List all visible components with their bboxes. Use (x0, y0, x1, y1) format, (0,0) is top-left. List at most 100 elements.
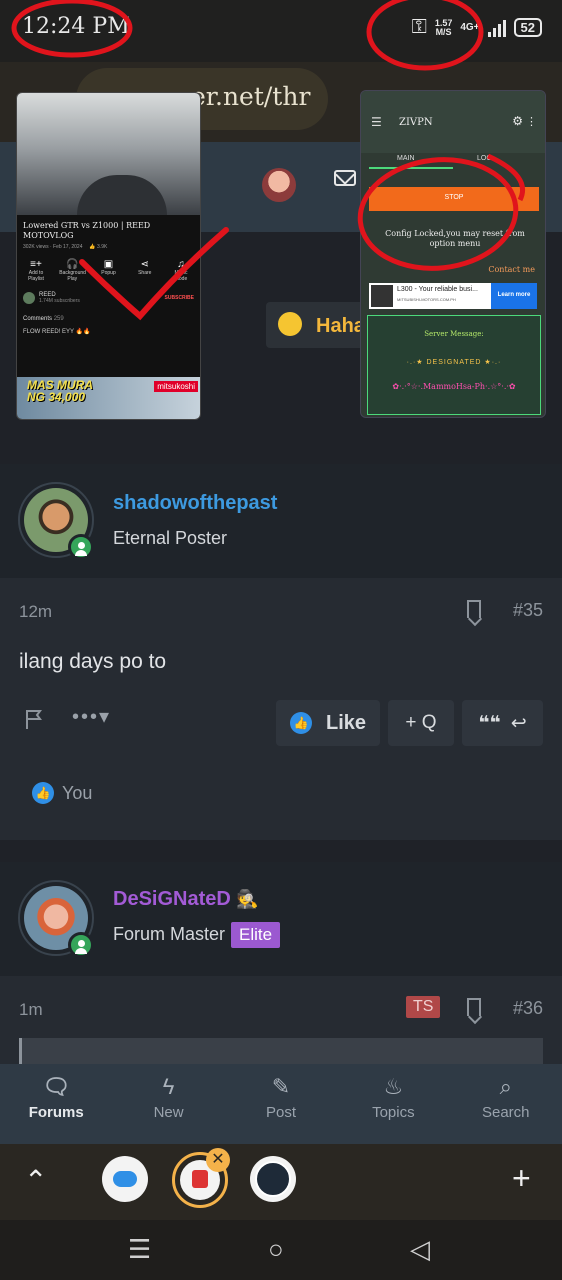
recents-icon[interactable]: ☰ (128, 1234, 151, 1265)
thread-starter-badge: TS (406, 996, 441, 1018)
quote-icon[interactable]: ❝❝ (478, 712, 500, 735)
reaction-user[interactable]: You (62, 783, 92, 804)
vpn-ad-banner[interactable]: L300 - Your reliable busi... MITSUBISHI-… (369, 283, 537, 309)
ad-logo (371, 285, 393, 307)
more-icon[interactable]: ⋮ (526, 115, 537, 128)
system-nav-bar: ☰ ○ ◁ (0, 1220, 562, 1280)
post-content: ilang days po to (19, 650, 167, 673)
mail-icon[interactable] (334, 170, 356, 186)
avatar[interactable] (18, 482, 94, 560)
network-type: 4G+ (460, 22, 480, 33)
channel-avatar[interactable] (23, 292, 35, 304)
video-title: Lowered GTR vs Z1000 | REED MOTOVLOG (23, 221, 151, 240)
video-thumbnail[interactable] (17, 93, 200, 215)
vpn-app-bar: ☰ ZIVPN ⚙ ⋮ (361, 91, 545, 153)
report-flag-icon[interactable] (24, 708, 46, 730)
post-timestamp[interactable]: 12m (19, 602, 52, 622)
tab-main[interactable]: MAIN (397, 155, 415, 162)
add-to-playlist-button[interactable]: ≡+ Add to Playlist (23, 259, 49, 282)
ad-banner[interactable]: MAS MURA NG 34,000 mitsukoshi (17, 377, 200, 419)
like-button[interactable]: 👍 Like (276, 700, 380, 746)
forum-bottom-nav: 🗨 Forums ϟ New ✎ Post ♨ Topics ⌕ Search (0, 1064, 562, 1144)
quote-reply-buttons[interactable]: ❝❝ ↩ (462, 700, 543, 746)
home-icon[interactable]: ○ (268, 1234, 284, 1265)
reaction-list[interactable]: 👍 You (32, 782, 92, 804)
comments-header[interactable]: Comments 259 (17, 304, 200, 322)
forums-icon: 🗨 (42, 1074, 71, 1099)
nav-search[interactable]: ⌕ Search (450, 1064, 562, 1144)
channel-row: REED 1.74M subscribers SUBSCRIBE (17, 282, 200, 304)
speedometer-app-icon[interactable] (250, 1156, 296, 1202)
chevron-up-icon[interactable]: ⌃ (24, 1164, 47, 1197)
post-icon: ✎ (271, 1074, 291, 1099)
tab-log[interactable]: LOG (477, 155, 492, 162)
spy-icon: 🕵 (236, 889, 259, 909)
ad-text: MAS MURA NG 34,000 (27, 378, 93, 404)
reply-icon[interactable]: ↩ (511, 712, 527, 735)
recent-app-vpn-preview[interactable]: ☰ ZIVPN ⚙ ⋮ MAIN LOG STOP Config Locked,… (360, 90, 546, 418)
contact-link[interactable]: Contact me (488, 265, 535, 274)
nav-post[interactable]: ✎ Post (225, 1064, 337, 1144)
server-name-2: ✿·.·°☆·.MammoHsa-Ph·.☆°·.·✿ (392, 382, 516, 391)
popup-button[interactable]: ▣ Popup (96, 259, 122, 282)
multi-quote-button[interactable]: + Q (388, 700, 454, 746)
nav-new[interactable]: ϟ New (112, 1064, 224, 1144)
laughing-emoji-icon (278, 312, 302, 336)
background-play-button[interactable]: 🎧 Background Play (59, 259, 86, 282)
search-icon: ⌕ (499, 1074, 512, 1099)
music-mode-button[interactable]: ♫ Music mode (168, 259, 194, 282)
nav-topics[interactable]: ♨ Topics (337, 1064, 449, 1144)
thumbs-up-icon: 👍 (289, 712, 312, 734)
server-name: ·.·★ DESIGNATED ★·.· (406, 359, 502, 366)
learn-more-button[interactable]: Learn more (491, 283, 537, 309)
browser-toolbar: ⌃ + (0, 1144, 562, 1220)
username[interactable]: DeSiGNateD 🕵 (113, 888, 259, 911)
video-actions: ≡+ Add to Playlist 🎧 Background Play ▣ Popu… (17, 253, 200, 282)
account-avatar[interactable] (262, 168, 296, 202)
back-icon[interactable]: ◁ (410, 1234, 430, 1265)
post-author-header: DeSiGNateD 🕵 Forum Master Elite (0, 862, 562, 976)
nav-forums[interactable]: 🗨 Forums (0, 1064, 112, 1144)
avatar[interactable] (18, 880, 94, 958)
ad-brand: mitsukoshi (154, 381, 198, 392)
post-number[interactable]: #35 (513, 600, 543, 621)
config-message: Config Locked,you may reset from option … (385, 229, 525, 248)
video-meta: 302K views · Feb 17, 2024 👍 3.9K (23, 244, 108, 250)
online-status-icon (68, 534, 94, 560)
comment-item: FLOW REED! EYY 🔥🔥 (23, 329, 91, 335)
status-time: 12:24 PM (22, 14, 130, 39)
vpn-tabs: MAIN LOG (361, 153, 545, 183)
stop-button[interactable]: STOP (369, 187, 539, 211)
menu-icon[interactable]: ☰ (371, 115, 382, 129)
post-timestamp[interactable]: 1m (19, 1000, 43, 1020)
cloud-upload-app-icon[interactable] (102, 1156, 148, 1202)
ad-title: L300 - Your reliable busi... (397, 286, 478, 293)
server-label: Server Message: (424, 330, 484, 338)
topics-icon: ♨ (383, 1074, 404, 1099)
post-35: shadowofthepast Eternal Poster 12m #35 i… (0, 464, 562, 840)
recent-app-video-preview[interactable]: Lowered GTR vs Z1000 | REED MOTOVLOG 302… (16, 92, 201, 420)
bookmark-icon[interactable] (467, 600, 481, 618)
gear-icon[interactable]: ⚙ (512, 114, 523, 128)
network-speed: 1.57 M/S (434, 17, 453, 37)
vpn-title: ZIVPN (399, 117, 433, 128)
online-status-icon (68, 932, 94, 958)
status-icons: ⚿ 1.57 M/S 4G+ 52 (412, 16, 542, 39)
user-title: Eternal Poster (113, 528, 228, 548)
more-options-button[interactable]: •••▾ (72, 704, 111, 729)
status-bar: 12:24 PM ⚿ 1.57 M/S 4G+ 52 (0, 0, 562, 62)
username[interactable]: shadowofthepast (113, 492, 277, 515)
key-icon: ⚿ (411, 16, 427, 38)
signal-icon (487, 19, 506, 37)
user-title: Forum Master Elite (113, 922, 281, 948)
battery-icon: 52 (513, 18, 542, 37)
close-icon[interactable]: ✕ (206, 1148, 230, 1172)
post-36: DeSiGNateD 🕵 Forum Master Elite 1m TS #36 (0, 862, 562, 1078)
post-author-header: shadowofthepast Eternal Poster (0, 464, 562, 578)
subscribe-button[interactable]: SUBSCRIBE (165, 295, 194, 301)
post-number[interactable]: #36 (513, 998, 543, 1019)
add-tab-icon[interactable]: + (512, 1160, 531, 1197)
share-button[interactable]: ⋖ Share (132, 259, 158, 282)
bookmark-icon[interactable] (467, 998, 481, 1016)
like-reaction-icon: 👍 (32, 782, 54, 804)
